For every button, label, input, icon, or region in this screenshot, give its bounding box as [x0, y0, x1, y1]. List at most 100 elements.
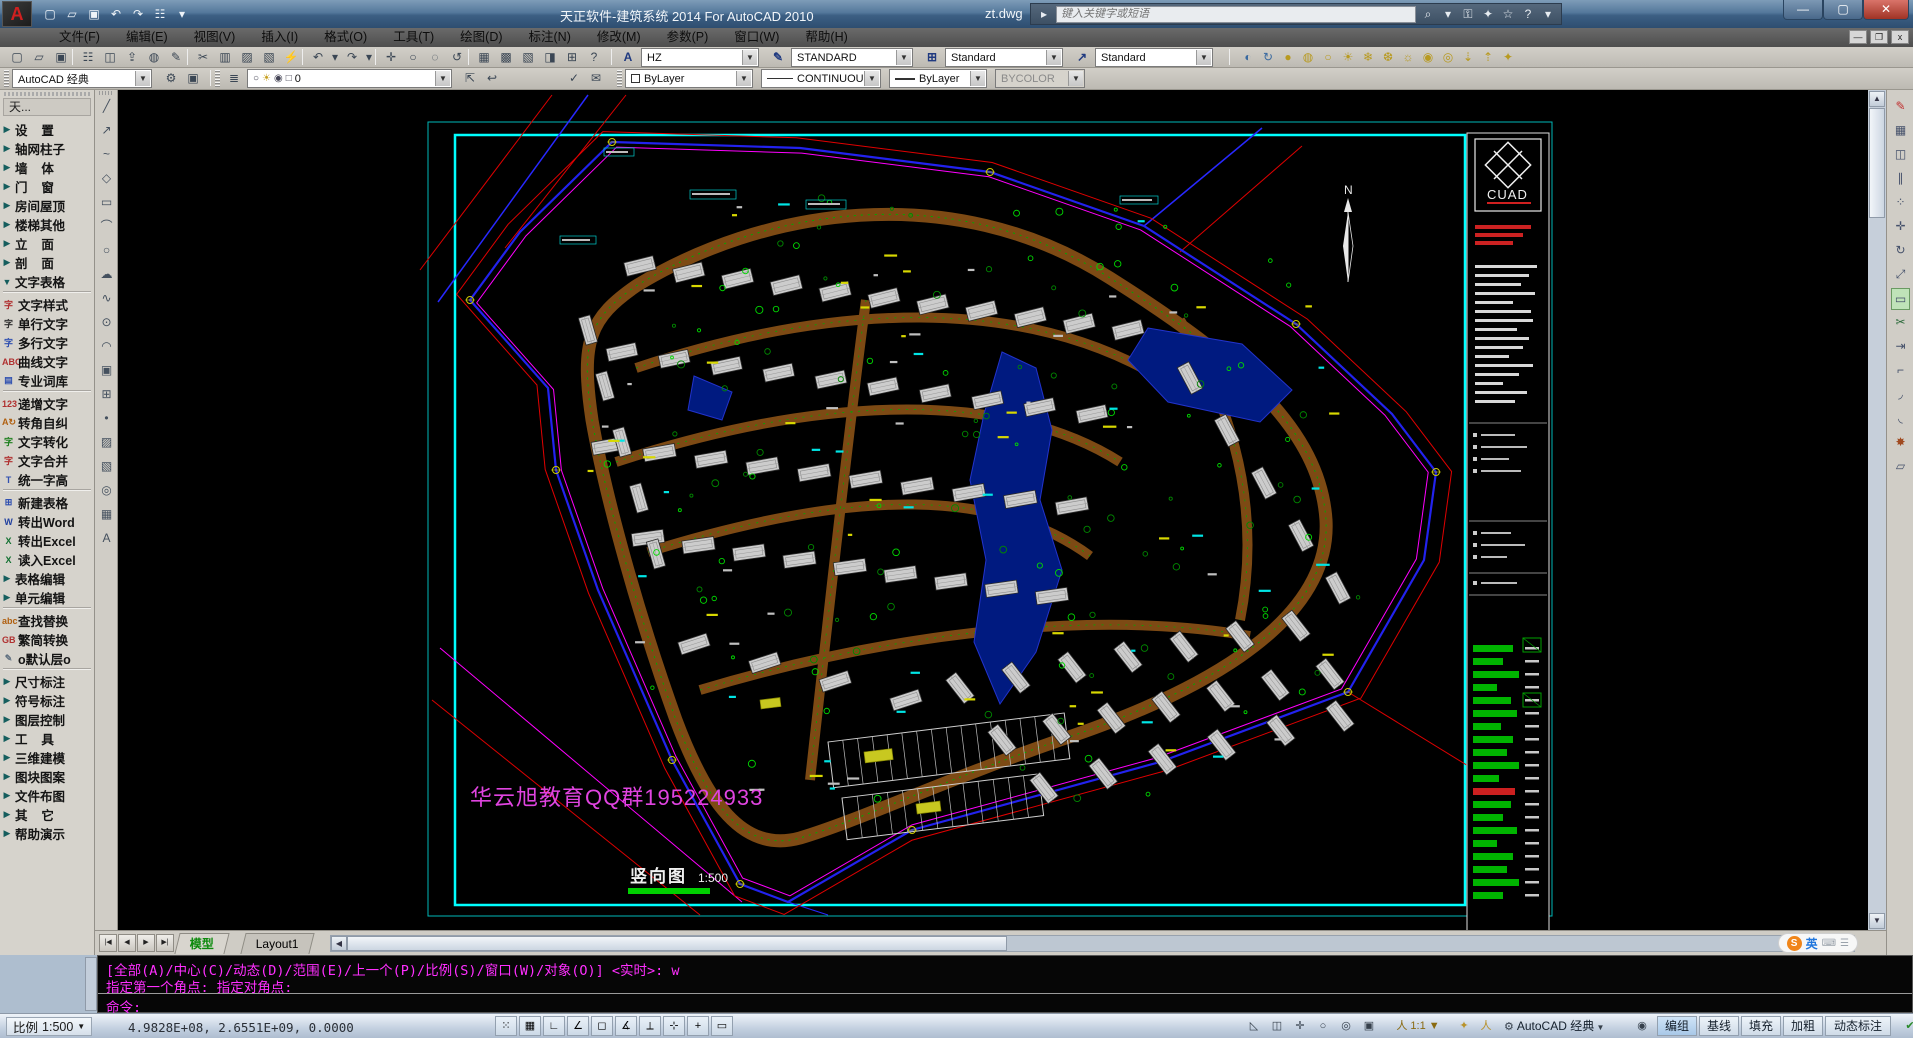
- scroll-up-button[interactable]: ▲: [1869, 91, 1885, 107]
- chamfer-icon[interactable]: ◞: [1891, 384, 1910, 406]
- workspace-switching-button[interactable]: ⚙AutoCAD 经典 ▼: [1503, 1016, 1625, 1036]
- sogou-icon[interactable]: S: [1787, 936, 1802, 951]
- menu-item-9[interactable]: 修改(M): [584, 28, 654, 47]
- publish-icon[interactable]: ⇪: [121, 48, 143, 67]
- menu-item-3[interactable]: 视图(V): [181, 28, 249, 47]
- chevron-right-icon[interactable]: ▶: [2, 752, 12, 763]
- workspace-drop-icon[interactable]: ▼: [135, 71, 150, 86]
- annotation-auto-icon[interactable]: 人: [1475, 1016, 1497, 1036]
- layer-previous-icon[interactable]: ↩: [481, 69, 503, 88]
- help2-icon[interactable]: ?: [583, 48, 605, 67]
- layer-bulb2-icon[interactable]: ☀: [1337, 48, 1359, 67]
- chevron-right-icon[interactable]: ▶: [2, 592, 12, 603]
- ellipse-icon[interactable]: ⊙: [97, 312, 116, 334]
- sidebar-item-29[interactable]: ▶尺寸标注: [2, 672, 93, 691]
- layer-unisolate-icon[interactable]: ↻: [1257, 48, 1279, 67]
- command-history[interactable]: [全部(A)/中心(C)/动态(D)/范围(E)/上一个(P)/比例(S)/窗口…: [97, 955, 1913, 1013]
- matchprop-icon[interactable]: ▧: [258, 48, 280, 67]
- print-icon[interactable]: ☷: [150, 5, 170, 23]
- workspace-combo[interactable]: AutoCAD 经典▼: [12, 69, 152, 88]
- table-style-combo-drop-icon[interactable]: ▼: [1046, 50, 1061, 65]
- status-button-加粗[interactable]: 加粗: [1783, 1016, 1823, 1036]
- tab-layout1[interactable]: Layout1: [240, 933, 314, 954]
- rotate-icon[interactable]: ↻: [1891, 240, 1910, 262]
- tab-model[interactable]: 模型: [174, 933, 229, 954]
- sidebar-item-14[interactable]: ▤专业词库: [2, 371, 93, 390]
- snap-toggle[interactable]: ⁙: [495, 1016, 517, 1036]
- table-icon[interactable]: ▦: [97, 504, 116, 526]
- mleader-style-combo[interactable]: Standard▼: [1095, 48, 1213, 67]
- chevron-right-icon[interactable]: ▶: [2, 219, 12, 230]
- ducs-toggle[interactable]: ⊹: [663, 1016, 685, 1036]
- color-combo[interactable]: ByLayer▼: [625, 69, 753, 88]
- menu-item-5[interactable]: 格式(O): [311, 28, 380, 47]
- sidebar-item-2[interactable]: ▶轴网柱子: [2, 139, 93, 158]
- make-block-icon[interactable]: ⊞: [97, 384, 116, 406]
- steering-wheel-icon[interactable]: ◎: [1335, 1016, 1357, 1036]
- layer-freeze-icon[interactable]: ❄: [1357, 48, 1379, 67]
- otrack-toggle[interactable]: ⟂: [639, 1016, 661, 1036]
- maximize-button[interactable]: ▢: [1823, 0, 1863, 20]
- toolbar-grip[interactable]: [215, 70, 220, 87]
- offset-icon[interactable]: ∥: [1891, 168, 1910, 190]
- insert-block-icon[interactable]: ▣: [97, 360, 116, 382]
- sidebar-item-20[interactable]: ⊞新建表格: [2, 493, 93, 512]
- fillet-icon[interactable]: ◟: [1891, 408, 1910, 430]
- vertical-scroll-thumb[interactable]: [1869, 108, 1885, 218]
- sidebar-item-18[interactable]: 字文字合并: [2, 451, 93, 470]
- qat-overflow-icon[interactable]: ▾: [172, 5, 192, 23]
- help-drop-icon[interactable]: ▾: [1538, 5, 1558, 23]
- favorites-star-icon[interactable]: ☆: [1498, 5, 1518, 23]
- layer-drop-icon[interactable]: ▼: [435, 71, 450, 86]
- undo-drop-icon[interactable]: ▾: [329, 48, 341, 67]
- input-method-bar[interactable]: S 英 ⌨ ☰: [1778, 933, 1858, 953]
- cut-icon[interactable]: ✂: [192, 48, 214, 67]
- chevron-right-icon[interactable]: ▶: [2, 790, 12, 801]
- layer-lock-icon[interactable]: ◉: [1417, 48, 1439, 67]
- open-icon[interactable]: ▱: [28, 48, 50, 67]
- make-object-layer-current-icon[interactable]: ⇱: [459, 69, 481, 88]
- sidebar-item-22[interactable]: X转出Excel: [2, 531, 93, 550]
- key-icon[interactable]: ⚿: [1458, 5, 1478, 23]
- workspace-settings-icon[interactable]: ⚙: [160, 69, 182, 88]
- dim-style-icon[interactable]: ✎: [767, 48, 789, 67]
- sidebar-item-33[interactable]: ▶三维建模: [2, 748, 93, 767]
- tab-first-button[interactable]: |◀: [99, 934, 117, 952]
- chevron-right-icon[interactable]: ▶: [2, 181, 12, 192]
- toolpalettes-icon[interactable]: ▧: [517, 48, 539, 67]
- status-button-动态标注[interactable]: 动态标注: [1825, 1016, 1891, 1036]
- dim-style-combo-drop-icon[interactable]: ▼: [896, 50, 911, 65]
- search-expand-icon[interactable]: ▸: [1034, 5, 1054, 23]
- ellipse-arc-icon[interactable]: ◠: [97, 336, 116, 358]
- search-icon[interactable]: ⌕: [1418, 5, 1438, 23]
- status-button-基线[interactable]: 基线: [1699, 1016, 1739, 1036]
- extend-icon[interactable]: ⇥: [1891, 336, 1910, 358]
- sidebar-item-35[interactable]: ▶文件布图: [2, 786, 93, 805]
- workspace-save-icon[interactable]: ▣: [182, 69, 204, 88]
- drawing-canvas[interactable]: N华云旭教育QQ群195224933竖向图1:500CUAD: [118, 90, 1868, 930]
- layer-on-icon[interactable]: ●: [1277, 48, 1299, 67]
- scale-icon[interactable]: ⤢: [1891, 264, 1910, 286]
- arc-icon[interactable]: ⌒: [97, 216, 116, 238]
- sidebar-item-26[interactable]: abc查找替换: [2, 611, 93, 630]
- layer-isolate-icon[interactable]: ◐: [1237, 48, 1259, 67]
- horizontal-scroll-thumb[interactable]: [347, 936, 1007, 951]
- chevron-right-icon[interactable]: ▶: [2, 573, 12, 584]
- pan-icon[interactable]: ✛: [1289, 1016, 1311, 1036]
- zoom-icon[interactable]: ○: [1312, 1016, 1334, 1036]
- lwt-toggle[interactable]: ▭: [711, 1016, 733, 1036]
- dyn-toggle[interactable]: +: [687, 1016, 709, 1036]
- chevron-right-icon[interactable]: ▶: [2, 676, 12, 687]
- rectangle-icon[interactable]: ▭: [97, 192, 116, 214]
- sidebar-item-17[interactable]: 字文字转化: [2, 432, 93, 451]
- zoom-window-icon[interactable]: ◌: [424, 48, 446, 67]
- chevron-right-icon[interactable]: ▶: [2, 771, 12, 782]
- layout-space-icon[interactable]: ◫: [1266, 1016, 1288, 1036]
- text-style-combo[interactable]: HZ▼: [641, 48, 759, 67]
- panel-grip[interactable]: [99, 91, 113, 95]
- sidebar-item-15[interactable]: 123递增文字: [2, 394, 93, 413]
- chevron-right-icon[interactable]: ▶: [2, 809, 12, 820]
- mdi-close-button[interactable]: x: [1891, 30, 1909, 44]
- etransmit-icon[interactable]: ✉: [585, 69, 607, 88]
- sheetset-icon[interactable]: ◨: [539, 48, 561, 67]
